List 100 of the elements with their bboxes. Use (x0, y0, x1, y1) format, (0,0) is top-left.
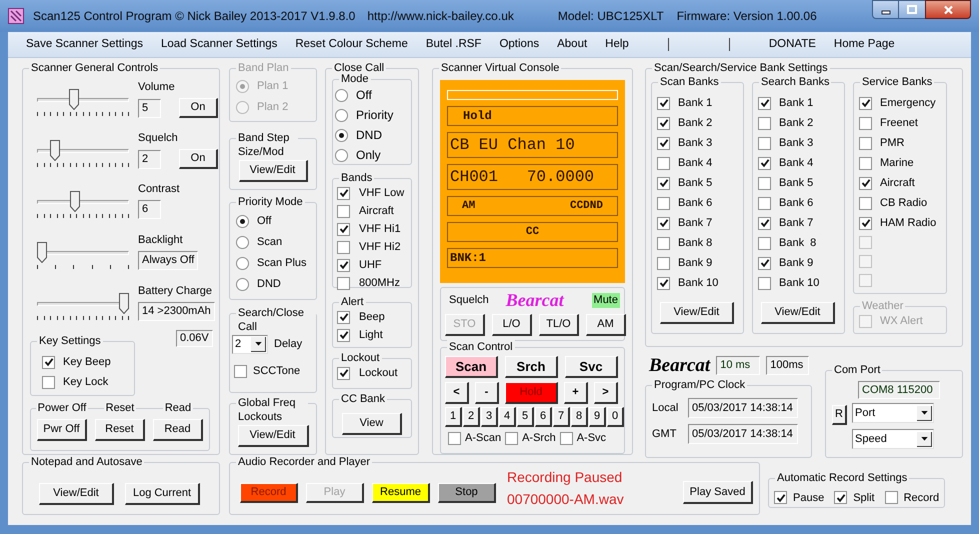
slider-track[interactable] (37, 191, 129, 213)
button[interactable]: Srch (505, 356, 558, 378)
button[interactable]: Reset (95, 419, 145, 441)
button[interactable]: On (179, 149, 218, 169)
menu-item[interactable]: DONATE (760, 36, 825, 54)
button[interactable]: 2 (463, 407, 480, 427)
menu-item[interactable]: Home Page (824, 36, 904, 54)
checkbox[interactable] (758, 256, 771, 270)
checkbox[interactable] (337, 186, 350, 200)
checkbox[interactable] (774, 491, 787, 504)
button[interactable]: View (342, 413, 402, 435)
slider-track[interactable] (37, 140, 129, 162)
button[interactable]: Svc (565, 356, 618, 378)
radio-button[interactable] (335, 88, 348, 102)
menu-item[interactable]: About (548, 36, 596, 54)
checkbox[interactable] (337, 366, 350, 380)
button[interactable]: On (179, 98, 218, 118)
checkbox[interactable] (758, 136, 771, 150)
checkbox[interactable] (657, 156, 670, 170)
slider-track[interactable] (37, 293, 129, 315)
checkbox[interactable] (657, 96, 670, 110)
close-button[interactable] (925, 0, 971, 19)
radio-button[interactable] (335, 108, 348, 122)
checkbox[interactable] (337, 204, 350, 218)
checkbox[interactable] (657, 176, 670, 190)
checkbox[interactable] (657, 136, 670, 150)
button[interactable]: + (564, 382, 588, 404)
checkbox[interactable] (884, 491, 898, 504)
button[interactable]: 4 (499, 407, 516, 427)
radio-button[interactable] (236, 214, 249, 228)
checkbox[interactable] (337, 328, 350, 342)
slider-track[interactable] (37, 89, 129, 111)
button[interactable]: Scan (445, 356, 498, 378)
button[interactable]: 1 (445, 407, 462, 427)
checkbox[interactable] (337, 222, 350, 236)
button[interactable]: < (445, 382, 469, 404)
dropdown[interactable]: 2 (232, 335, 268, 354)
checkbox[interactable] (657, 276, 670, 290)
menu-item[interactable]: Save Scanner Settings (17, 36, 152, 54)
checkbox[interactable] (657, 196, 670, 210)
checkbox[interactable] (859, 96, 872, 110)
checkbox[interactable] (758, 196, 771, 210)
checkbox[interactable] (859, 196, 872, 210)
checkbox[interactable] (758, 236, 771, 250)
slider-thumb[interactable] (37, 242, 47, 263)
button[interactable]: 0 (607, 407, 624, 427)
button[interactable]: View/Edit (238, 160, 308, 182)
minimize-button[interactable] (872, 0, 899, 19)
slider-track[interactable] (37, 242, 129, 264)
button[interactable]: 8 (571, 407, 588, 427)
button[interactable]: 6 (535, 407, 552, 427)
radio-button[interactable] (335, 128, 348, 142)
checkbox[interactable] (42, 376, 55, 388)
maximize-button[interactable] (899, 0, 925, 19)
button[interactable]: 3 (481, 407, 498, 427)
checkbox[interactable] (657, 116, 670, 130)
checkbox[interactable] (337, 310, 350, 324)
button[interactable]: L/O (492, 314, 532, 336)
slider-thumb[interactable] (68, 89, 79, 110)
checkbox[interactable] (448, 432, 461, 444)
button[interactable]: - (475, 382, 499, 404)
button[interactable]: View/Edit (238, 425, 308, 447)
dropdown[interactable]: Speed (852, 429, 934, 449)
button[interactable]: AM (586, 314, 626, 336)
button[interactable]: 7 (553, 407, 570, 427)
button[interactable]: View/Edit (660, 302, 734, 324)
button[interactable]: Resume (372, 482, 430, 502)
checkbox[interactable] (834, 491, 848, 504)
checkbox[interactable] (42, 356, 55, 368)
checkbox[interactable] (758, 156, 771, 170)
checkbox[interactable] (657, 256, 670, 270)
button[interactable]: View/Edit (39, 483, 114, 505)
checkbox[interactable] (859, 216, 872, 230)
checkbox[interactable] (560, 432, 573, 444)
button[interactable]: View/Edit (761, 302, 835, 324)
checkbox[interactable] (859, 176, 872, 190)
button[interactable]: 5 (517, 407, 534, 427)
checkbox[interactable] (859, 116, 872, 130)
menu-item[interactable]: Help (596, 36, 638, 54)
checkbox[interactable] (758, 216, 771, 230)
button[interactable]: Play Saved (683, 481, 753, 504)
button[interactable]: Log Current (125, 483, 200, 505)
checkbox[interactable] (234, 364, 247, 378)
checkbox[interactable] (657, 236, 670, 250)
slider-thumb[interactable] (70, 191, 80, 212)
button[interactable]: > (594, 382, 618, 404)
button[interactable]: 9 (589, 407, 606, 427)
checkbox[interactable] (758, 276, 771, 290)
button[interactable]: Pwr Off (37, 419, 87, 441)
menu-item[interactable]: Butel .RSF (416, 36, 490, 54)
website-link[interactable]: http://www.nick-bailey.co.uk (367, 7, 514, 25)
slider-thumb[interactable] (119, 293, 129, 314)
checkbox[interactable] (758, 176, 771, 190)
slider-thumb[interactable] (50, 140, 60, 161)
checkbox[interactable] (337, 276, 350, 290)
button[interactable]: TL/O (539, 314, 579, 336)
button[interactable]: Read (153, 419, 203, 441)
button[interactable]: Stop (438, 482, 496, 502)
checkbox[interactable] (758, 96, 771, 110)
menu-item[interactable]: Load Scanner Settings (152, 36, 286, 54)
